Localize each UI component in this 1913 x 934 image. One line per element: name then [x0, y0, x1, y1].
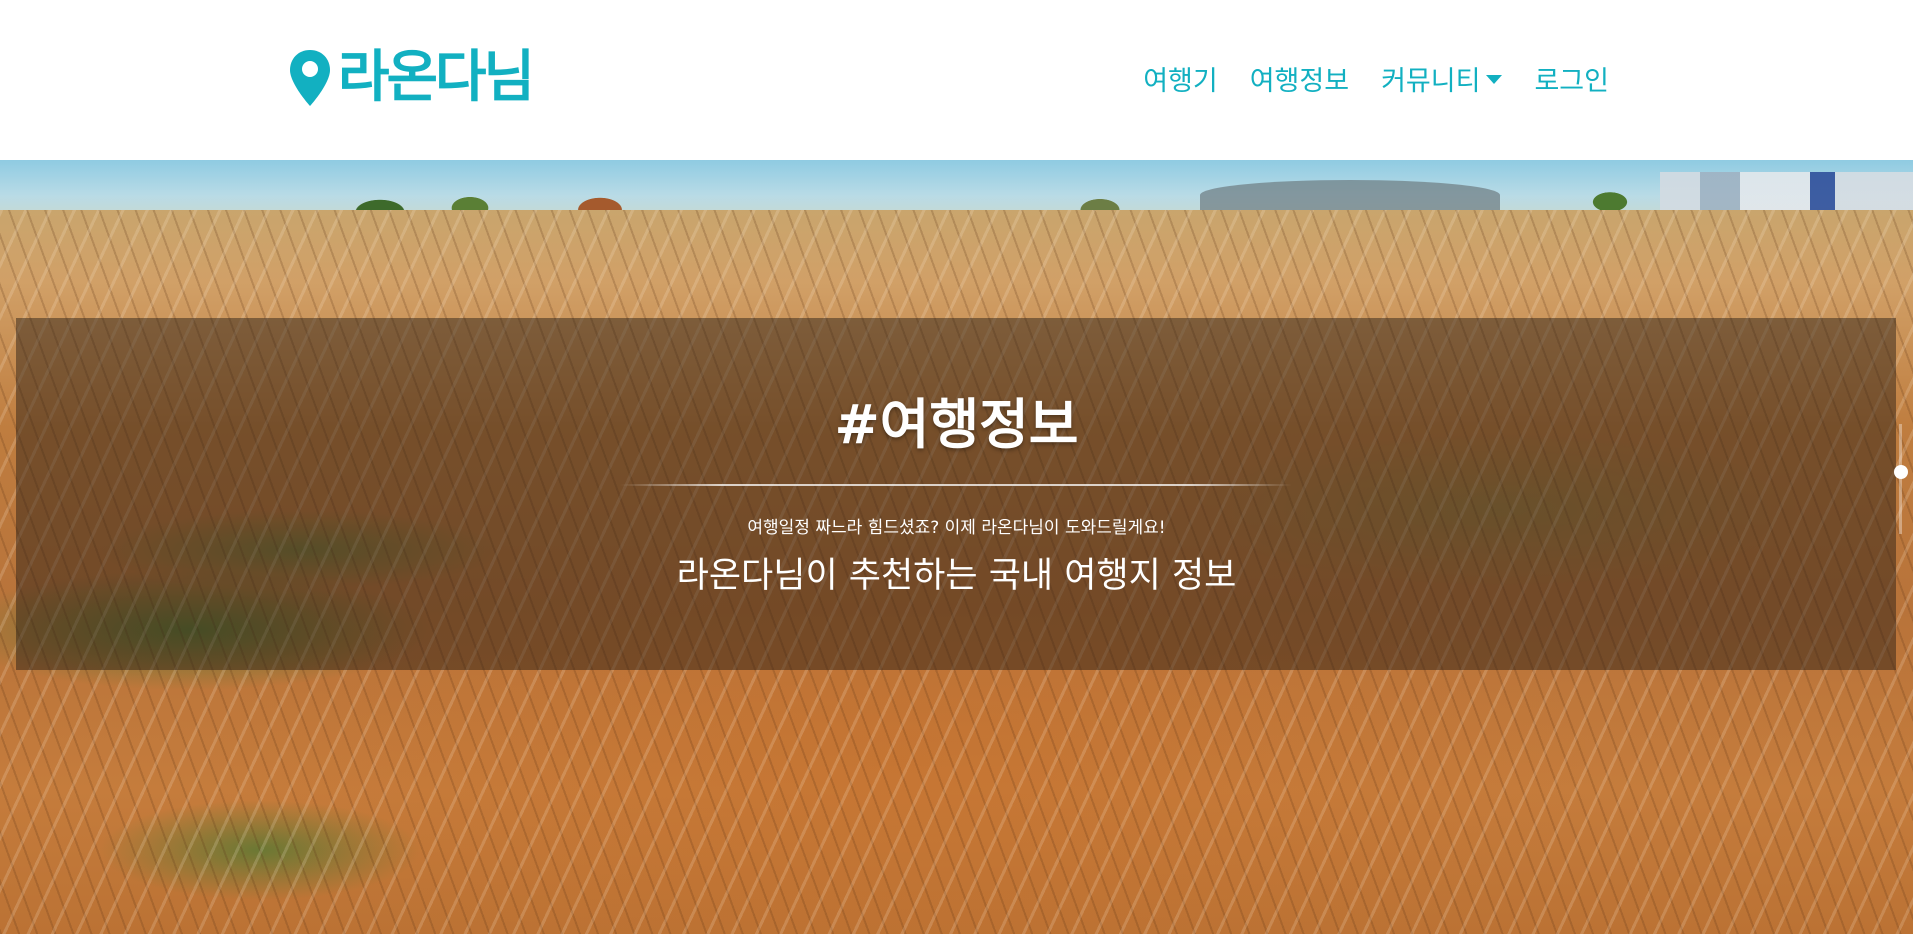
- caret-down-icon: [1486, 74, 1503, 84]
- nav-item-label: 여행정보: [1249, 65, 1350, 97]
- nav-item-login[interactable]: 로그인: [1534, 59, 1609, 98]
- carousel-indicator-track: [1899, 424, 1902, 534]
- hero-subtitle: 여행일정 짜느라 힘드셨죠? 이제 라온다님이 도와드릴게요!: [747, 518, 1166, 538]
- navbar: 라온다님 여행기 여행정보 커뮤니티 로그인: [0, 0, 1913, 160]
- hero-title: #여행정보: [834, 392, 1079, 456]
- hero-caption-overlay: [16, 318, 1896, 670]
- nav-item-travel-info[interactable]: 여행정보: [1250, 59, 1349, 98]
- nav-item-label: 여행기: [1143, 65, 1218, 97]
- nav-item-travelogue[interactable]: 여행기: [1143, 59, 1218, 98]
- brand-name: 라온다님: [338, 45, 535, 110]
- nav-item-community-dropdown[interactable]: 커뮤니티: [1381, 59, 1503, 98]
- hero-lead: 라온다님이 추천하는 국내 여행지 정보: [676, 556, 1237, 596]
- hero-section: #여행정보 여행일정 짜느라 힘드셨죠? 이제 라온다님이 도와드릴게요! 라온…: [0, 160, 1913, 934]
- hero-divider: [620, 484, 1292, 486]
- nav-item-label: 로그인: [1534, 65, 1609, 97]
- main-nav: 여행기 여행정보 커뮤니티 로그인: [1111, 56, 1609, 100]
- map-pin-icon: [288, 48, 332, 108]
- nav-item-label: 커뮤니티: [1381, 65, 1481, 97]
- brand-logo-link[interactable]: 라온다님: [288, 45, 535, 110]
- carousel-indicator-dot[interactable]: [1894, 465, 1908, 479]
